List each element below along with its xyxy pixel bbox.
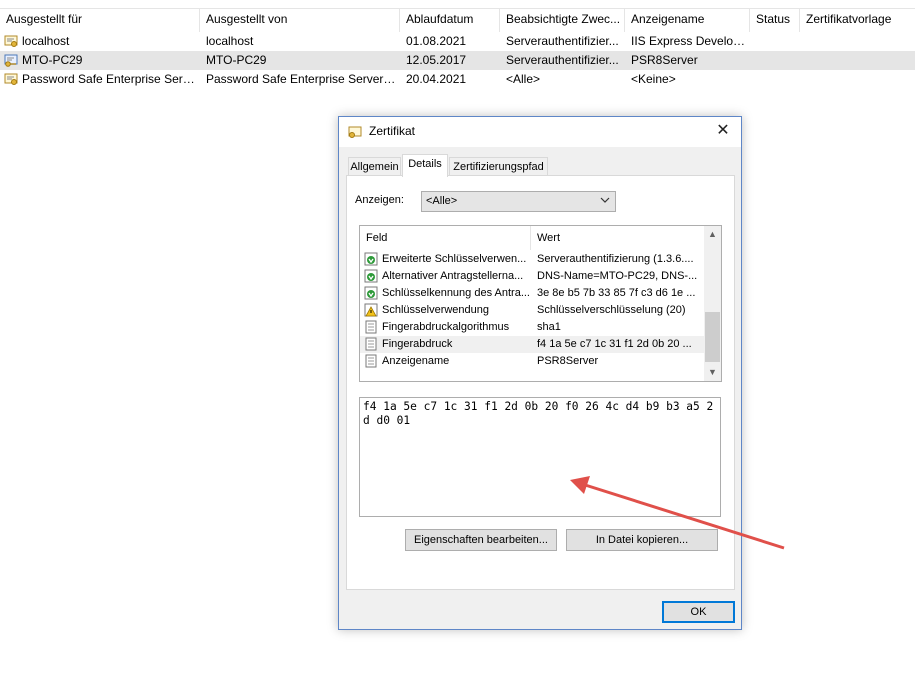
field-value: 3e 8e b5 7b 33 85 7f c3 d6 1e ...	[537, 287, 696, 299]
cell-issued-to: Password Safe Enterprise Server...	[22, 72, 200, 86]
column-expires[interactable]: Ablaufdatum	[400, 8, 500, 32]
field-row[interactable]: Schlüsselkennung des Antra... 3e 8e b5 7…	[360, 285, 705, 302]
extension-icon	[364, 286, 378, 300]
chevron-down-icon	[600, 197, 610, 203]
field-name: Erweiterte Schlüsselverwen...	[382, 253, 527, 265]
tab-details[interactable]: Details	[402, 154, 448, 177]
column-label: Beabsichtigte Zwec...	[506, 12, 621, 26]
field-row-selected[interactable]: Fingerabdruck f4 1a 5e c7 1c 31 f1 2d 0b…	[360, 336, 705, 353]
field-name: Schlüsselkennung des Antra...	[382, 287, 530, 299]
edit-properties-button[interactable]: Eigenschaften bearbeiten...	[405, 529, 557, 551]
copy-to-file-button[interactable]: In Datei kopieren...	[566, 529, 718, 551]
certificate-icon	[348, 126, 362, 138]
field-row[interactable]: Erweiterte Schlüsselverwen... Serverauth…	[360, 251, 705, 268]
column-issued-to[interactable]: Ausgestellt für ^	[0, 8, 200, 32]
extension-icon	[364, 269, 378, 283]
scrollbar-thumb[interactable]	[705, 312, 720, 362]
details-panel: Anzeigen: <Alle> Feld Wert Erweiterte Sc…	[346, 175, 735, 590]
cell-friendly-name: PSR8Server	[631, 53, 698, 67]
field-row[interactable]: Alternativer Antragstellerna... DNS-Name…	[360, 268, 705, 285]
cell-purpose: <Alle>	[506, 72, 541, 86]
cell-expires: 01.08.2021	[406, 34, 467, 48]
field-list-scrollbar[interactable]: ▲ ▼	[704, 226, 721, 381]
certificate-row[interactable]: Password Safe Enterprise Server... Passw…	[0, 70, 915, 89]
close-button[interactable]: ✕	[713, 121, 733, 141]
field-list[interactable]: Feld Wert Erweiterte Schlüsselverwen... …	[359, 225, 722, 382]
document-icon	[365, 337, 377, 351]
ok-button[interactable]: OK	[662, 601, 735, 623]
field-name: Fingerabdruckalgorithmus	[382, 321, 510, 333]
field-list-header: Feld Wert	[360, 226, 705, 250]
field-value: sha1	[537, 321, 561, 333]
cell-purpose: Serverauthentifizier...	[506, 34, 619, 48]
field-value: Serverauthentifizierung (1.3.6....	[537, 253, 694, 265]
warning-icon	[364, 303, 378, 317]
field-value: Schlüsselverschlüsselung (20)	[537, 304, 686, 316]
scroll-up-icon[interactable]: ▲	[704, 226, 721, 243]
column-purpose[interactable]: Beabsichtigte Zwec...	[500, 8, 625, 32]
cell-issued-by: localhost	[206, 34, 254, 48]
field-row[interactable]: Fingerabdruckalgorithmus sha1	[360, 319, 705, 336]
show-label: Anzeigen:	[355, 194, 404, 206]
cell-friendly-name: IIS Express Develop...	[631, 34, 747, 48]
field-name: Alternativer Antragstellerna...	[382, 270, 524, 282]
document-icon	[365, 320, 377, 334]
column-friendly-name[interactable]: Anzeigename	[625, 8, 750, 32]
column-template[interactable]: Zertifikatvorlage	[800, 8, 900, 32]
certificate-row-selected[interactable]: MTO-PC29 MTO-PC29 12.05.2017 Serverauthe…	[0, 51, 915, 70]
column-label: Ausgestellt für	[6, 12, 83, 26]
field-value: PSR8Server	[537, 355, 599, 367]
certificate-icon	[4, 73, 18, 85]
cell-issued-to: localhost	[22, 34, 70, 48]
field-row[interactable]: Schlüsselverwendung Schlüsselverschlüsse…	[360, 302, 705, 319]
cell-issued-by: MTO-PC29	[206, 53, 267, 67]
column-status[interactable]: Status	[750, 8, 800, 32]
dialog-title: Zertifikat	[369, 124, 416, 138]
extension-icon	[364, 252, 378, 266]
column-label: Ausgestellt von	[206, 12, 288, 26]
show-select[interactable]: <Alle>	[421, 191, 616, 212]
column-label: Status	[756, 12, 791, 26]
column-issued-by[interactable]: Ausgestellt von	[200, 8, 400, 32]
cell-friendly-name: <Keine>	[631, 72, 676, 86]
field-row[interactable]: Anzeigename PSR8Server	[360, 353, 705, 370]
show-select-value: <Alle>	[426, 195, 458, 207]
field-value-textbox[interactable]: f4 1a 5e c7 1c 31 f1 2d 0b 20 f0 26 4c d…	[359, 397, 721, 517]
field-value: DNS-Name=MTO-PC29, DNS-...	[537, 270, 698, 282]
scroll-down-icon[interactable]: ▼	[704, 364, 721, 381]
certificate-key-icon	[4, 54, 18, 67]
cell-expires: 20.04.2021	[406, 72, 467, 86]
dialog-titlebar[interactable]: Zertifikat ✕	[339, 117, 741, 147]
cell-expires: 12.05.2017	[406, 53, 467, 67]
column-label: Ablaufdatum	[406, 12, 474, 26]
field-value: f4 1a 5e c7 1c 31 f1 2d 0b 20 ...	[537, 338, 692, 350]
column-label: Anzeigename	[631, 12, 705, 26]
column-field[interactable]: Feld	[360, 226, 531, 250]
tab-certification-path[interactable]: Zertifizierungspfad	[449, 157, 548, 177]
field-name: Schlüsselverwendung	[382, 304, 490, 316]
cell-issued-by: Password Safe Enterprise Server - ...	[206, 72, 396, 86]
cell-purpose: Serverauthentifizier...	[506, 53, 619, 67]
field-name: Anzeigename	[382, 355, 450, 367]
column-value[interactable]: Wert	[531, 226, 705, 250]
list-header: Ausgestellt für ^ Ausgestellt von Ablauf…	[0, 8, 915, 32]
document-icon	[365, 354, 377, 368]
certificate-dialog: Zertifikat ✕ Allgemein Details Zertifizi…	[338, 116, 742, 630]
column-label: Zertifikatvorlage	[806, 12, 892, 26]
cell-issued-to: MTO-PC29	[22, 53, 83, 67]
certificate-row[interactable]: localhost localhost 01.08.2021 Serveraut…	[0, 32, 915, 51]
tab-general[interactable]: Allgemein	[348, 157, 401, 177]
field-name: Fingerabdruck	[382, 338, 453, 350]
sort-ascending-icon: ^	[95, 8, 100, 14]
certificate-icon	[4, 35, 18, 47]
